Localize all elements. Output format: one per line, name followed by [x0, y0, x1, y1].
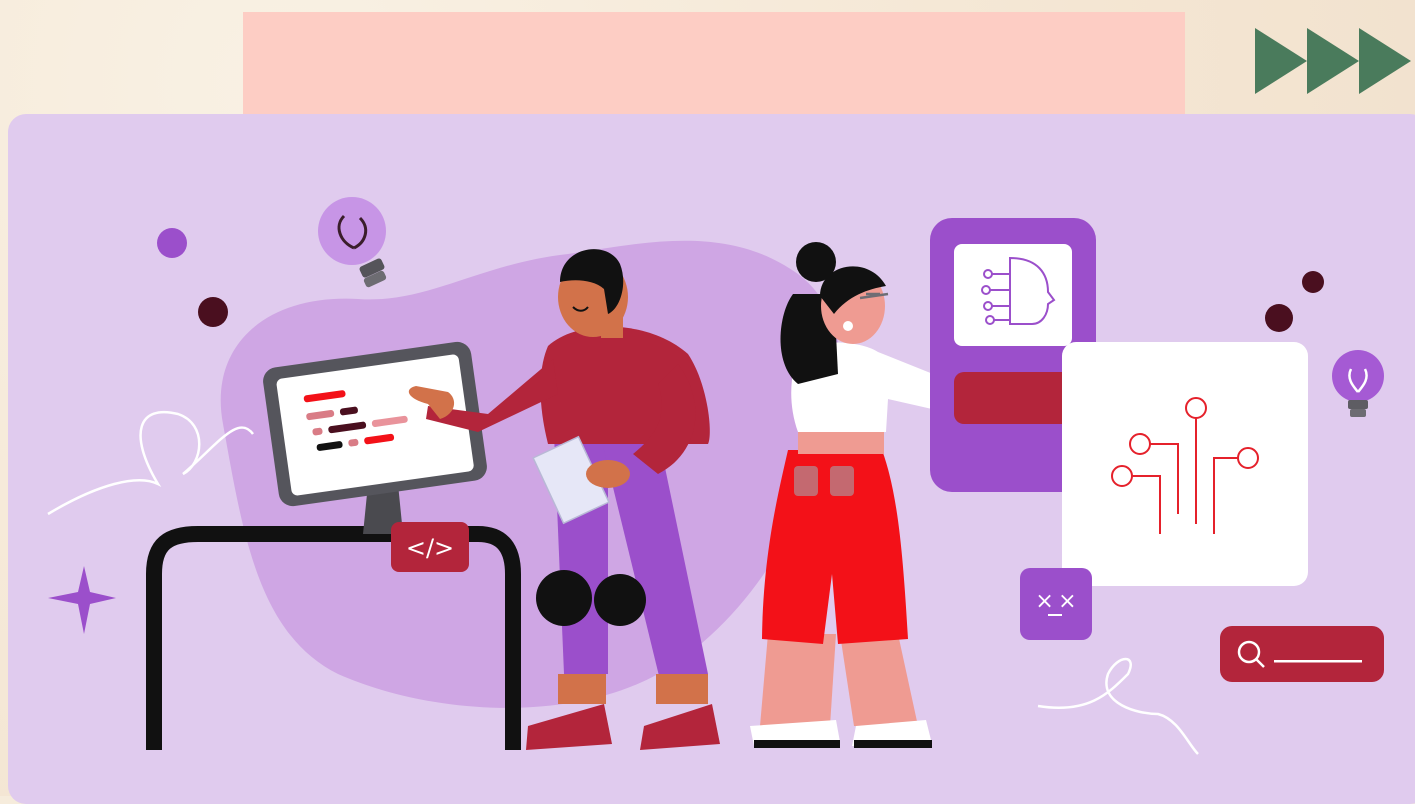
decor-dot: [1302, 271, 1324, 293]
circuit-card: [1062, 342, 1308, 586]
illustration-scene: </> × ×: [47, 197, 1384, 755]
code-tag-icon: </>: [391, 522, 469, 572]
sparkle-star-icon: [48, 566, 116, 634]
code-tag-text: </>: [406, 534, 454, 562]
decor-dot: [157, 228, 187, 258]
decor-dot: [198, 297, 228, 327]
decor-squiggle: [47, 410, 254, 516]
illustration-card: </> × ×: [8, 114, 1415, 804]
search-bar-graphic: [1220, 626, 1384, 682]
dizzy-face-icon: × ×: [1020, 568, 1092, 640]
title-placeholder-bar: [243, 12, 1185, 114]
lightbulb-icon: [1332, 350, 1384, 417]
decor-dot: [1265, 304, 1293, 332]
fast-forward-arrows-icon[interactable]: [1255, 28, 1415, 94]
lightbulb-icon: [318, 197, 387, 288]
dizzy-face-eyes: × ×: [1035, 589, 1076, 614]
decor-squiggle: [1037, 657, 1199, 755]
